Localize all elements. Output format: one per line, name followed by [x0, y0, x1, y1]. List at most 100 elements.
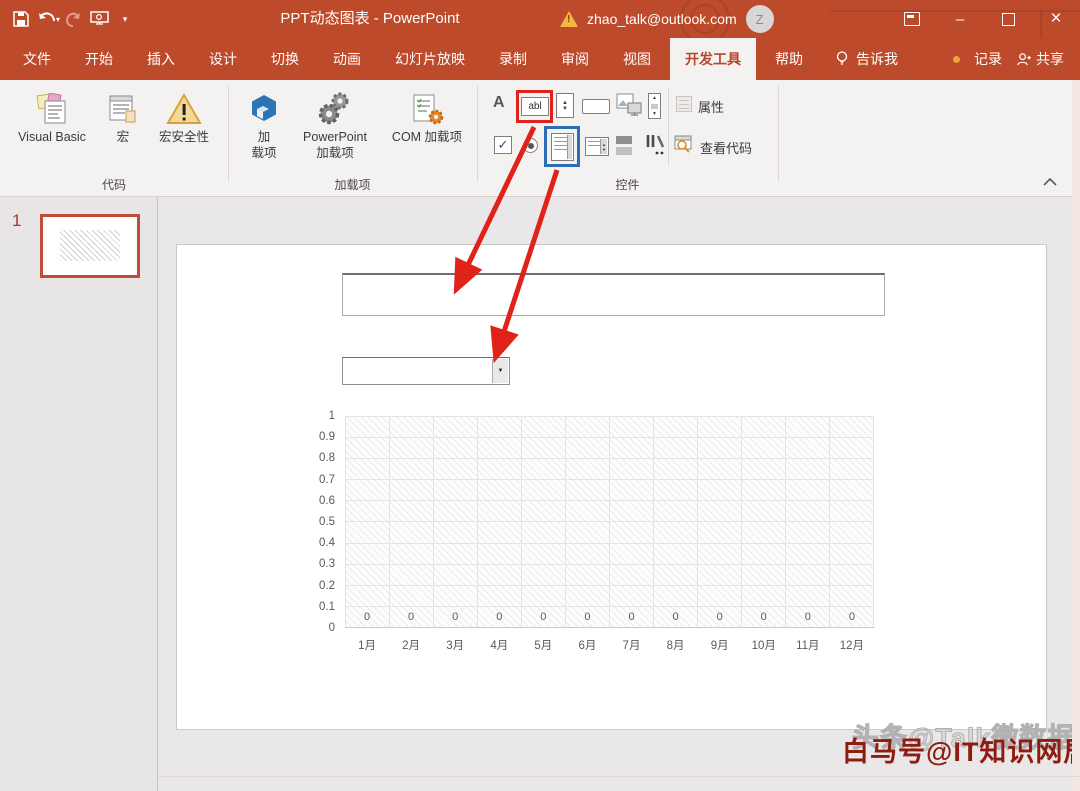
redo-button[interactable] — [60, 4, 86, 34]
chart-x-axis: 1月2月3月4月5月6月7月8月9月10月11月12月 — [345, 637, 874, 653]
ribbon-display-options-button[interactable] — [888, 0, 936, 38]
ribbon-tab-bar: 文件开始插入设计切换动画幻灯片放映录制审阅视图开发工具帮助 告诉我 记录 共享 — [0, 38, 1080, 80]
ribbon-tab[interactable]: 开发工具 — [670, 38, 756, 80]
data-label: 0 — [345, 611, 389, 625]
ribbon-tab[interactable]: 插入 — [132, 38, 190, 80]
slide-thumbnail[interactable] — [40, 214, 140, 278]
combobox-control-button[interactable]: ▲▼ — [585, 137, 609, 156]
account-info[interactable]: ! zhao_talk@outlook.com Z — [560, 0, 774, 38]
com-addins-button[interactable]: COM 加载项 — [380, 85, 474, 145]
ribbon-tab[interactable]: 切换 — [256, 38, 314, 80]
highlight-box-textbox-control — [516, 90, 553, 123]
maximize-icon — [1002, 13, 1015, 26]
ribbon-tab[interactable]: 录制 — [484, 38, 542, 80]
data-label: 0 — [786, 611, 830, 625]
data-label: 0 — [609, 611, 653, 625]
data-label: 0 — [521, 611, 565, 625]
start-slideshow-button[interactable] — [86, 4, 112, 34]
powerpoint-addins-gears-icon — [292, 85, 378, 125]
customize-qat-button[interactable]: ▾ — [112, 4, 138, 34]
x-tick-label: 2月 — [389, 637, 433, 653]
visual-basic-icon — [10, 85, 94, 125]
scroll-down-icon: ▼ — [652, 111, 657, 117]
radio-dot-icon — [528, 143, 534, 149]
label-control-button[interactable]: A — [493, 94, 505, 112]
close-button[interactable]: × — [1032, 0, 1080, 38]
x-tick-label: 6月 — [565, 637, 609, 653]
watermark-red: 白马号@IT知识网居 — [842, 730, 1080, 769]
scrollbar-control-button[interactable]: ▲ ▼ — [648, 93, 661, 119]
option-button-control-button[interactable] — [523, 138, 538, 153]
data-label: 0 — [742, 611, 786, 625]
share-person-icon — [1016, 52, 1031, 67]
activex-textbox[interactable] — [342, 273, 885, 316]
right-edge-strip — [1072, 80, 1080, 791]
tab-record[interactable]: 记录 — [974, 49, 1002, 69]
maximize-button[interactable] — [984, 0, 1032, 38]
y-tick-label: 0.5 — [277, 514, 335, 530]
data-label: 0 — [433, 611, 477, 625]
chart-horizontal-gridlines — [345, 416, 874, 628]
toggle-control-button[interactable] — [616, 136, 634, 157]
addins-button[interactable]: 加 载项 — [238, 85, 290, 161]
image-control-button[interactable] — [616, 93, 642, 118]
lightbulb-icon — [836, 51, 848, 67]
toggle-top — [616, 136, 632, 144]
ribbon-tab[interactable]: 幻灯片放映 — [380, 38, 480, 80]
ribbon-tab[interactable]: 文件 — [8, 38, 66, 80]
x-tick-label: 10月 — [742, 637, 786, 653]
group-label-addins: 加载项 — [228, 176, 477, 192]
y-tick-label: 1 — [277, 408, 335, 424]
data-label: 0 — [565, 611, 609, 625]
ribbon-tab[interactable]: 视图 — [608, 38, 666, 80]
avatar[interactable]: Z — [746, 5, 774, 33]
data-label: 0 — [654, 611, 698, 625]
save-button[interactable] — [8, 4, 34, 34]
ribbon-tab[interactable]: 审阅 — [546, 38, 604, 80]
chart-plot-area[interactable] — [345, 416, 874, 628]
x-tick-label: 9月 — [698, 637, 742, 653]
ribbon-tab[interactable]: 动画 — [318, 38, 376, 80]
warning-icon: ! — [560, 11, 578, 27]
combobox-dropdown-button[interactable]: ▼ — [492, 359, 508, 383]
combobox-spin: ▲▼ — [600, 139, 607, 154]
command-button-control-button[interactable] — [582, 99, 610, 114]
powerpoint-addins-button[interactable]: PowerPoint 加载项 — [292, 85, 378, 161]
tell-me-box[interactable]: 告诉我 — [822, 38, 912, 80]
x-tick-label: 3月 — [433, 637, 477, 653]
minimize-button[interactable]: – — [936, 0, 984, 38]
ribbon-tab[interactable]: 帮助 — [760, 38, 818, 80]
y-tick-label: 0.2 — [277, 578, 335, 594]
checkbox-control-button[interactable]: ✓ — [494, 136, 512, 154]
activex-combobox[interactable]: ▼ — [342, 357, 510, 385]
addins-label-line1: 加 — [238, 129, 290, 145]
view-code-button[interactable]: 查看代码 — [700, 138, 752, 157]
collapse-ribbon-button[interactable] — [1042, 174, 1058, 192]
x-tick-label: 8月 — [654, 637, 698, 653]
properties-icon — [676, 96, 692, 112]
slide[interactable]: ▼ 10.90.80.70.60.50.40.30.20.10 00000000… — [176, 244, 1047, 730]
scroll-thumb — [651, 104, 658, 109]
x-tick-label: 11月 — [786, 637, 830, 653]
properties-button[interactable]: 属性 — [698, 97, 724, 116]
macro-security-button[interactable]: 宏安全性 — [148, 85, 220, 145]
y-tick-label: 0.7 — [277, 472, 335, 488]
more-controls-button[interactable] — [644, 133, 666, 157]
macros-label: 宏 — [100, 129, 146, 145]
visual-basic-button[interactable]: Visual Basic — [10, 85, 94, 145]
canvas-bottom-divider — [158, 776, 1080, 777]
window-title: PPT动态图表 - PowerPoint — [200, 0, 540, 38]
x-tick-label: 5月 — [521, 637, 565, 653]
y-tick-label: 0.8 — [277, 450, 335, 466]
chevron-up-icon — [1042, 177, 1058, 187]
y-tick-label: 0.4 — [277, 535, 335, 551]
group-inner-separator — [668, 88, 669, 166]
macros-button[interactable]: 宏 — [100, 85, 146, 145]
tabbar-right: 记录 共享 — [953, 38, 1080, 80]
ribbon-tab[interactable]: 开始 — [70, 38, 128, 80]
ribbon-tab[interactable]: 设计 — [194, 38, 252, 80]
share-button[interactable]: 共享 — [1016, 49, 1064, 69]
slide-thumbnail-panel[interactable]: 1 — [0, 197, 158, 791]
scroll-up-icon: ▲ — [652, 95, 657, 101]
spin-button-control-button[interactable]: ▲ ▼ — [556, 93, 574, 118]
